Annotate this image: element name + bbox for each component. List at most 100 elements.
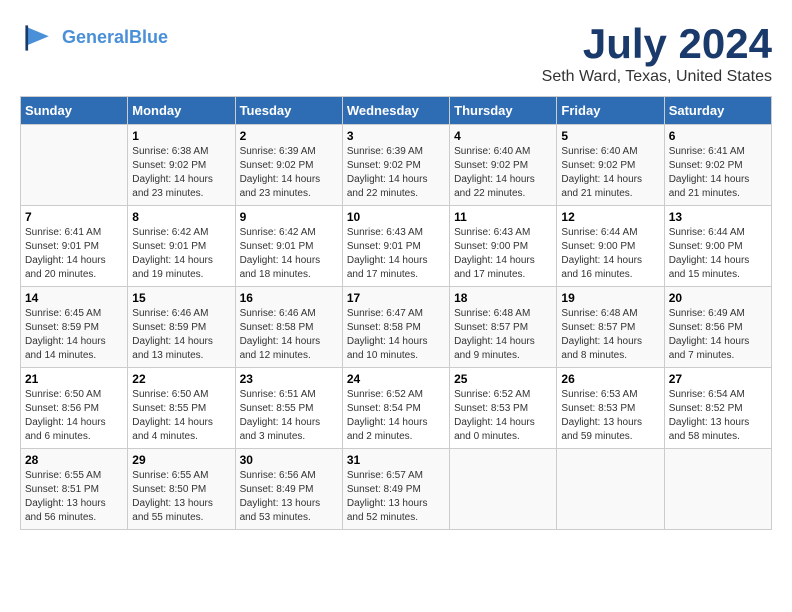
day-info: Sunrise: 6:40 AM Sunset: 9:02 PM Dayligh…	[454, 145, 552, 201]
day-number: 6	[669, 129, 767, 143]
day-cell	[21, 125, 128, 206]
day-cell	[664, 449, 771, 530]
day-number: 12	[561, 210, 659, 224]
day-cell: 23 Sunrise: 6:51 AM Sunset: 8:55 PM Dayli…	[235, 368, 342, 449]
day-info: Sunrise: 6:46 AM Sunset: 8:59 PM Dayligh…	[132, 307, 230, 363]
day-info: Sunrise: 6:47 AM Sunset: 8:58 PM Dayligh…	[347, 307, 445, 363]
day-number: 28	[25, 453, 123, 467]
day-info: Sunrise: 6:44 AM Sunset: 9:00 PM Dayligh…	[561, 226, 659, 282]
main-title: July 2024	[542, 20, 772, 68]
day-number: 24	[347, 372, 445, 386]
day-info: Sunrise: 6:55 AM Sunset: 8:51 PM Dayligh…	[25, 469, 123, 525]
day-number: 29	[132, 453, 230, 467]
day-info: Sunrise: 6:48 AM Sunset: 8:57 PM Dayligh…	[454, 307, 552, 363]
day-cell: 4 Sunrise: 6:40 AM Sunset: 9:02 PM Daylig…	[450, 125, 557, 206]
day-number: 15	[132, 291, 230, 305]
header-cell-thursday: Thursday	[450, 97, 557, 125]
day-info: Sunrise: 6:42 AM Sunset: 9:01 PM Dayligh…	[240, 226, 338, 282]
day-number: 26	[561, 372, 659, 386]
day-cell: 5 Sunrise: 6:40 AM Sunset: 9:02 PM Daylig…	[557, 125, 664, 206]
day-number: 17	[347, 291, 445, 305]
day-cell: 18Sunrise: 6:48 AM Sunset: 8:57 PM Dayli…	[450, 287, 557, 368]
day-info: Sunrise: 6:42 AM Sunset: 9:01 PM Dayligh…	[132, 226, 230, 282]
header-cell-saturday: Saturday	[664, 97, 771, 125]
logo-line2: Blue	[129, 27, 168, 47]
day-cell: 2Sunrise: 6:39 AM Sunset: 9:02 PM Daylig…	[235, 125, 342, 206]
header-cell-wednesday: Wednesday	[342, 97, 449, 125]
day-number: 3	[347, 129, 445, 143]
day-info: Sunrise: 6:51 AM Sunset: 8:55 PM Dayligh…	[240, 388, 338, 444]
day-cell: 26Sunrise: 6:53 AM Sunset: 8:53 PM Dayli…	[557, 368, 664, 449]
day-number: 2	[240, 129, 338, 143]
day-info: Sunrise: 6:43 AM Sunset: 9:01 PM Dayligh…	[347, 226, 445, 282]
title-area: July 2024 Seth Ward, Texas, United State…	[542, 20, 772, 86]
day-cell: 6Sunrise: 6:41 AM Sunset: 9:02 PM Daylig…	[664, 125, 771, 206]
logo: GeneralBlue	[20, 20, 168, 56]
day-info: Sunrise: 6:55 AM Sunset: 8:50 PM Dayligh…	[132, 469, 230, 525]
day-info: Sunrise: 6:50 AM Sunset: 8:56 PM Dayligh…	[25, 388, 123, 444]
day-number: 16	[240, 291, 338, 305]
day-number: 5	[561, 129, 659, 143]
day-number: 23	[240, 372, 338, 386]
day-cell: 1 Sunrise: 6:38 AM Sunset: 9:02 PM Daylig…	[128, 125, 235, 206]
day-number: 7	[25, 210, 123, 224]
subtitle: Seth Ward, Texas, United States	[542, 68, 772, 86]
day-info: Sunrise: 6:40 AM Sunset: 9:02 PM Dayligh…	[561, 145, 659, 201]
day-info: Sunrise: 6:57 AM Sunset: 8:49 PM Dayligh…	[347, 469, 445, 525]
header-cell-sunday: Sunday	[21, 97, 128, 125]
day-cell: 14Sunrise: 6:45 AM Sunset: 8:59 PM Dayli…	[21, 287, 128, 368]
day-info: Sunrise: 6:43 AM Sunset: 9:00 PM Dayligh…	[454, 226, 552, 282]
day-number: 9	[240, 210, 338, 224]
day-info: Sunrise: 6:44 AM Sunset: 9:00 PM Dayligh…	[669, 226, 767, 282]
day-number: 31	[347, 453, 445, 467]
day-info: Sunrise: 6:54 AM Sunset: 8:52 PM Dayligh…	[669, 388, 767, 444]
week-row-1: 1 Sunrise: 6:38 AM Sunset: 9:02 PM Daylig…	[21, 125, 772, 206]
day-number: 19	[561, 291, 659, 305]
day-number: 8	[132, 210, 230, 224]
day-cell: 7 Sunrise: 6:41 AM Sunset: 9:01 PM Daylig…	[21, 206, 128, 287]
day-cell: 17 Sunrise: 6:47 AM Sunset: 8:58 PM Dayli…	[342, 287, 449, 368]
day-cell: 22Sunrise: 6:50 AM Sunset: 8:55 PM Dayli…	[128, 368, 235, 449]
day-cell: 19 Sunrise: 6:48 AM Sunset: 8:57 PM Dayli…	[557, 287, 664, 368]
day-cell: 9 Sunrise: 6:42 AM Sunset: 9:01 PM Daylig…	[235, 206, 342, 287]
day-cell: 13 Sunrise: 6:44 AM Sunset: 9:00 PM Dayli…	[664, 206, 771, 287]
day-info: Sunrise: 6:48 AM Sunset: 8:57 PM Dayligh…	[561, 307, 659, 363]
day-info: Sunrise: 6:41 AM Sunset: 9:01 PM Dayligh…	[25, 226, 123, 282]
day-cell	[557, 449, 664, 530]
header-row: SundayMondayTuesdayWednesdayThursdayFrid…	[21, 97, 772, 125]
header-cell-tuesday: Tuesday	[235, 97, 342, 125]
day-cell: 10Sunrise: 6:43 AM Sunset: 9:01 PM Dayli…	[342, 206, 449, 287]
day-number: 22	[132, 372, 230, 386]
day-cell: 8 Sunrise: 6:42 AM Sunset: 9:01 PM Daylig…	[128, 206, 235, 287]
day-cell: 30Sunrise: 6:56 AM Sunset: 8:49 PM Dayli…	[235, 449, 342, 530]
day-cell: 12 Sunrise: 6:44 AM Sunset: 9:00 PM Dayli…	[557, 206, 664, 287]
day-cell: 25 Sunrise: 6:52 AM Sunset: 8:53 PM Dayli…	[450, 368, 557, 449]
day-info: Sunrise: 6:49 AM Sunset: 8:56 PM Dayligh…	[669, 307, 767, 363]
day-cell	[450, 449, 557, 530]
day-number: 27	[669, 372, 767, 386]
logo-icon	[20, 20, 56, 56]
day-cell: 3 Sunrise: 6:39 AM Sunset: 9:02 PM Daylig…	[342, 125, 449, 206]
header-cell-friday: Friday	[557, 97, 664, 125]
day-cell: 28 Sunrise: 6:55 AM Sunset: 8:51 PM Dayli…	[21, 449, 128, 530]
day-number: 30	[240, 453, 338, 467]
day-cell: 24Sunrise: 6:52 AM Sunset: 8:54 PM Dayli…	[342, 368, 449, 449]
day-number: 13	[669, 210, 767, 224]
day-info: Sunrise: 6:39 AM Sunset: 9:02 PM Dayligh…	[347, 145, 445, 201]
day-number: 1	[132, 129, 230, 143]
day-number: 4	[454, 129, 552, 143]
day-cell: 27 Sunrise: 6:54 AM Sunset: 8:52 PM Dayli…	[664, 368, 771, 449]
day-cell: 20 Sunrise: 6:49 AM Sunset: 8:56 PM Dayli…	[664, 287, 771, 368]
day-info: Sunrise: 6:52 AM Sunset: 8:53 PM Dayligh…	[454, 388, 552, 444]
day-cell: 16Sunrise: 6:46 AM Sunset: 8:58 PM Dayli…	[235, 287, 342, 368]
day-number: 20	[669, 291, 767, 305]
day-number: 21	[25, 372, 123, 386]
day-info: Sunrise: 6:38 AM Sunset: 9:02 PM Dayligh…	[132, 145, 230, 201]
day-cell: 29 Sunrise: 6:55 AM Sunset: 8:50 PM Dayli…	[128, 449, 235, 530]
day-cell: 15 Sunrise: 6:46 AM Sunset: 8:59 PM Dayli…	[128, 287, 235, 368]
day-cell: 11Sunrise: 6:43 AM Sunset: 9:00 PM Dayli…	[450, 206, 557, 287]
week-row-5: 28 Sunrise: 6:55 AM Sunset: 8:51 PM Dayli…	[21, 449, 772, 530]
day-number: 25	[454, 372, 552, 386]
header-cell-monday: Monday	[128, 97, 235, 125]
logo-text: GeneralBlue	[62, 28, 168, 48]
